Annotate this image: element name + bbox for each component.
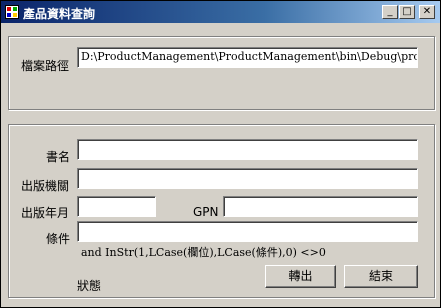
condition-label: 條件 bbox=[46, 232, 71, 246]
pub-date-label: 出版年月 bbox=[21, 206, 70, 220]
gpn-label: GPN bbox=[193, 205, 219, 219]
publisher-label: 出版機關 bbox=[21, 179, 70, 193]
app-icon bbox=[5, 5, 19, 19]
minimize-button[interactable]: _ bbox=[382, 5, 398, 19]
main-window: 產品資料查詢 _ □ ✕ 檔案路徑 D:\ProductManagement\P… bbox=[0, 0, 441, 308]
file-path-label: 檔案路徑 bbox=[21, 59, 70, 73]
publisher-field[interactable] bbox=[77, 168, 418, 189]
book-title-label: 書名 bbox=[46, 150, 71, 164]
maximize-button[interactable]: □ bbox=[399, 5, 415, 19]
file-path-field[interactable]: D:\ProductManagement\ProductManagement\b… bbox=[77, 47, 418, 68]
exit-button[interactable]: 結束 bbox=[344, 265, 418, 288]
condition-hint: and InStr(1,LCase(欄位),LCase(條件),0) <>0 bbox=[81, 246, 326, 259]
export-button[interactable]: 轉出 bbox=[265, 265, 336, 288]
condition-field[interactable] bbox=[77, 221, 418, 242]
close-window-button[interactable]: ✕ bbox=[419, 5, 435, 19]
gpn-field[interactable] bbox=[223, 196, 418, 217]
title-bar[interactable]: 產品資料查詢 _ □ ✕ bbox=[1, 1, 440, 23]
book-title-field[interactable] bbox=[77, 139, 418, 160]
pub-date-field[interactable] bbox=[77, 196, 156, 217]
window-title: 產品資料查詢 bbox=[23, 7, 96, 21]
status-label: 狀態 bbox=[77, 279, 102, 293]
